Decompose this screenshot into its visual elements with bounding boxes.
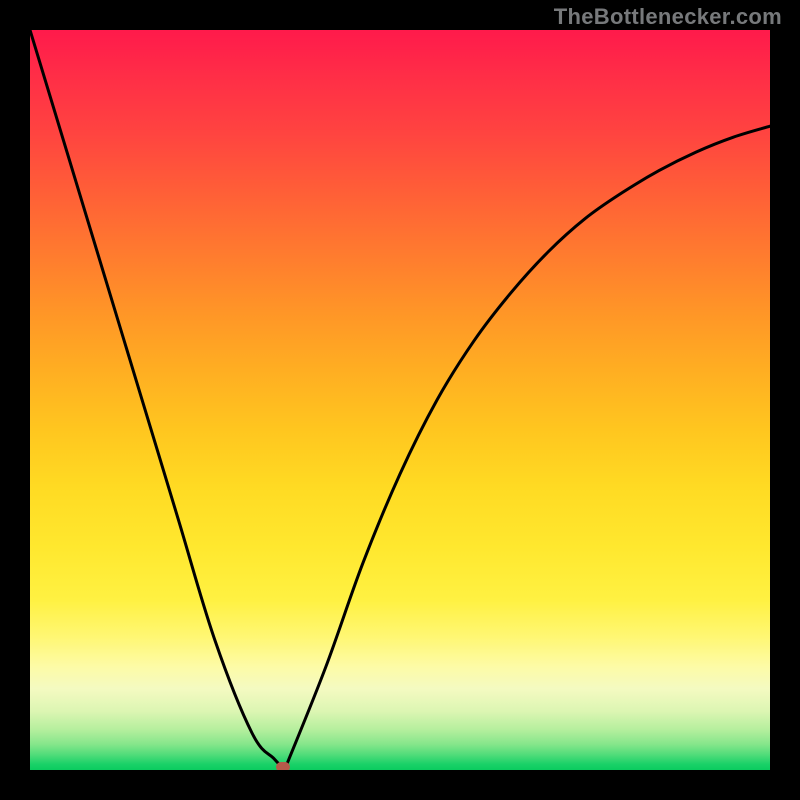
bottleneck-curve bbox=[30, 30, 770, 769]
attribution-text: TheBottlenecker.com bbox=[554, 4, 782, 30]
plot-area bbox=[30, 30, 770, 770]
optimal-marker bbox=[276, 762, 290, 770]
chart-frame: TheBottlenecker.com bbox=[0, 0, 800, 800]
curve-svg bbox=[30, 30, 770, 770]
